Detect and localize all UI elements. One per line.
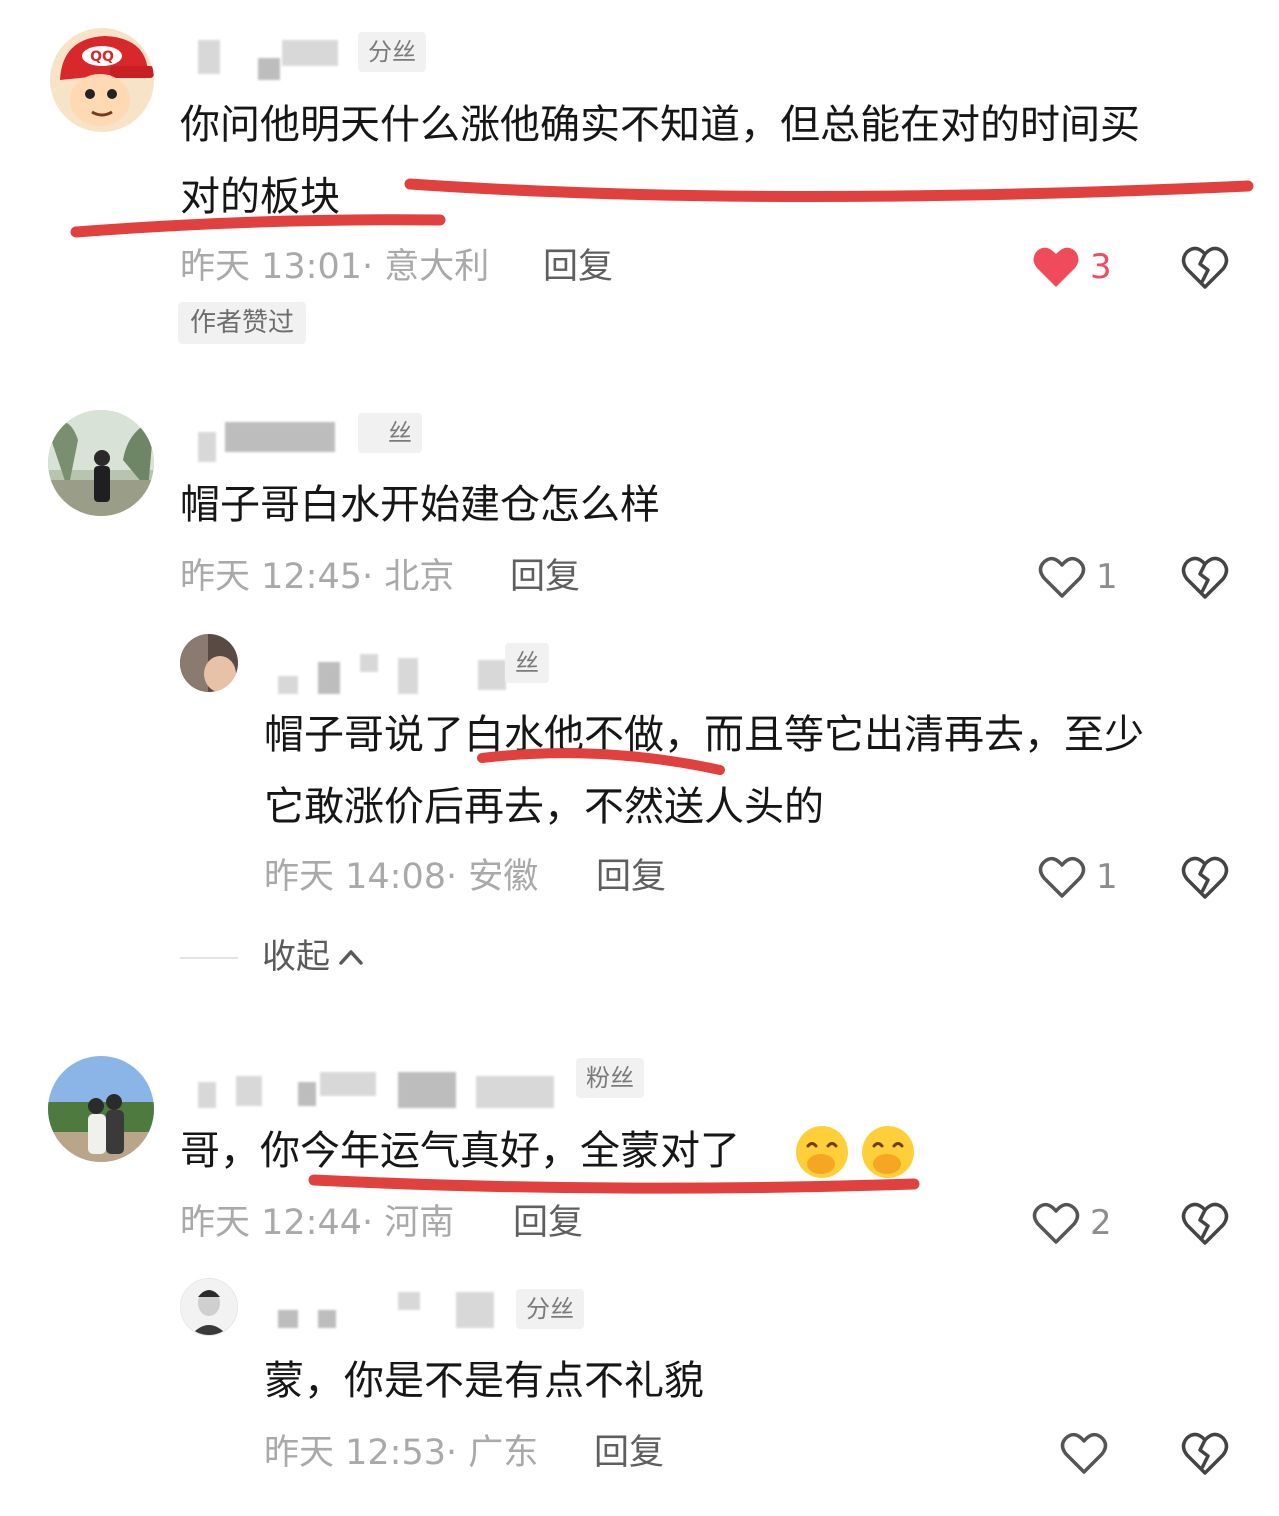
chevron-up-icon <box>339 950 363 965</box>
username-redacted <box>478 660 506 690</box>
username-redacted <box>258 58 280 80</box>
heart-icon <box>1038 856 1086 898</box>
heart-filled-icon <box>1033 247 1079 287</box>
author-liked-tag: 作者赞过 <box>178 302 307 344</box>
username-redacted <box>398 658 418 694</box>
avatar[interactable] <box>48 1056 154 1162</box>
username-redacted <box>282 40 338 66</box>
heart-icon <box>1032 1202 1080 1244</box>
comment-meta: 昨天 13:01· 意大利 <box>180 247 490 287</box>
comment-text-line: 对的板块 <box>180 174 340 220</box>
reply-button[interactable]: 回复 <box>596 852 666 902</box>
broken-heart-icon[interactable] <box>1180 1428 1230 1478</box>
username-redacted <box>398 1292 420 1310</box>
comment-meta: 昨天 14:08· 安徽 <box>264 857 539 897</box>
comment-meta: 昨天 12:45· 北京 <box>180 557 455 597</box>
broken-heart-icon[interactable] <box>1180 552 1230 602</box>
username-redacted <box>318 1310 336 1328</box>
comment-text: 蒙，你是不是有点不礼貌 <box>264 1358 704 1404</box>
username-redacted <box>278 1310 298 1328</box>
fan-badge: 丝 <box>358 413 422 453</box>
fan-badge: 分丝 <box>358 32 426 72</box>
username-redacted <box>476 1076 554 1108</box>
divider <box>180 957 238 959</box>
avatar[interactable]: QQ <box>50 28 154 132</box>
comment-text: 帽子哥白水开始建仓怎么样 <box>180 482 660 528</box>
like-button[interactable]: 3 <box>1032 242 1112 292</box>
like-count: 2 <box>1090 1203 1112 1243</box>
fan-badge: 丝 <box>505 643 549 683</box>
comment-meta: 昨天 12:44· 河南 <box>180 1203 455 1243</box>
username-redacted <box>198 432 216 462</box>
hand-over-mouth-emoji <box>862 1126 914 1178</box>
username-redacted <box>236 1076 262 1106</box>
collapse-replies-button[interactable]: 收起 <box>262 932 364 982</box>
broken-heart-icon[interactable] <box>1180 242 1230 292</box>
comment-meta: 昨天 12:53· 广东 <box>264 1433 539 1473</box>
username-redacted <box>225 422 335 452</box>
username-redacted <box>298 1082 316 1106</box>
username-redacted <box>198 1082 216 1108</box>
username-redacted <box>278 676 298 694</box>
heart-icon <box>1038 556 1086 598</box>
comment-text-line: 它敢涨价后再去，不然送人头的 <box>264 784 824 830</box>
collapse-label: 收起 <box>262 937 330 977</box>
svg-text:QQ: QQ <box>90 49 114 65</box>
username-redacted <box>398 1072 456 1108</box>
like-button[interactable]: 1 <box>1038 852 1118 902</box>
broken-heart-icon[interactable] <box>1180 1198 1230 1248</box>
avatar[interactable] <box>180 1278 238 1336</box>
username-redacted <box>198 40 220 74</box>
broken-heart-icon[interactable] <box>1180 852 1230 902</box>
comment-text-line: 帽子哥说了白水他不做，而且等它出清再去，至少 <box>264 712 1144 758</box>
comment-text: 哥，你今年运气真好，全蒙对了 <box>180 1128 740 1174</box>
reply-button[interactable]: 回复 <box>543 242 613 292</box>
hand-over-mouth-emoji <box>796 1126 848 1178</box>
avatar[interactable] <box>180 634 238 692</box>
avatar[interactable] <box>48 410 154 516</box>
username-redacted <box>318 662 340 694</box>
reply-button[interactable]: 回复 <box>594 1428 664 1478</box>
like-count: 1 <box>1096 857 1118 897</box>
like-count: 1 <box>1096 557 1118 597</box>
like-button[interactable] <box>1060 1428 1118 1478</box>
username-redacted <box>320 1072 376 1096</box>
comment-text-line: 你问他明天什么涨他确实不知道，但总能在对的时间买 <box>180 102 1140 148</box>
like-count: 3 <box>1090 247 1112 287</box>
username-redacted <box>360 654 378 672</box>
fan-badge: 粉丝 <box>576 1058 644 1098</box>
reply-button[interactable]: 回复 <box>513 1198 583 1248</box>
username-redacted <box>456 1292 494 1328</box>
heart-icon <box>1060 1432 1108 1474</box>
like-button[interactable]: 2 <box>1032 1198 1112 1248</box>
fan-badge: 分丝 <box>516 1289 584 1329</box>
reply-button[interactable]: 回复 <box>510 552 580 602</box>
like-button[interactable]: 1 <box>1038 552 1118 602</box>
